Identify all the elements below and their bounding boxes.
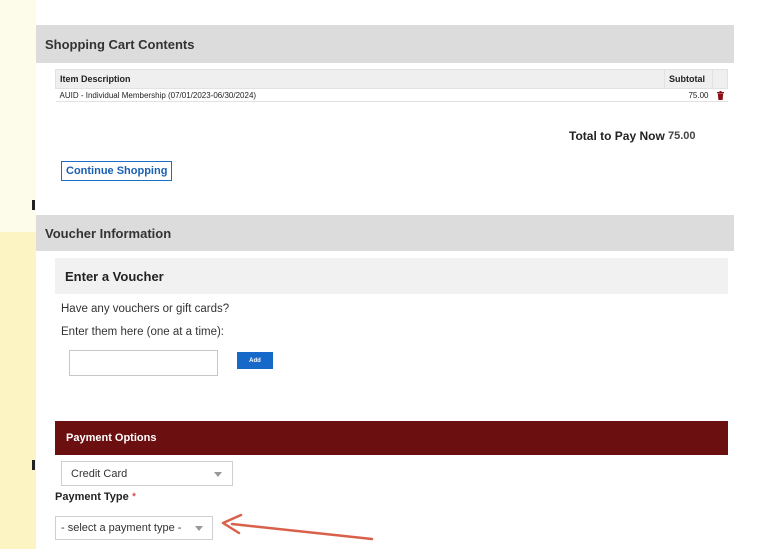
arrow-left-icon [221, 513, 374, 541]
